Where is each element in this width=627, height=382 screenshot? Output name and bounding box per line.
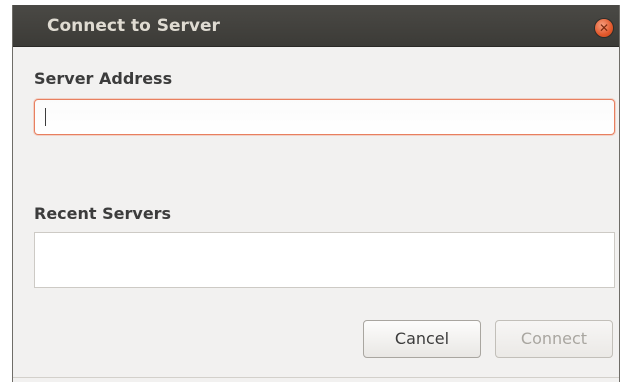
bottom-divider [13,377,619,378]
window-title: Connect to Server [47,16,220,36]
recent-servers-label: Recent Servers [34,204,172,223]
cancel-button[interactable]: Cancel [363,320,481,358]
server-address-input[interactable] [34,99,615,135]
connect-to-server-dialog: Connect to Server ✕ Server Address Recen… [12,5,620,382]
text-cursor [45,108,46,126]
title-bar[interactable]: Connect to Server ✕ [13,5,619,47]
connect-button[interactable]: Connect [495,320,613,358]
server-address-label: Server Address [34,69,173,88]
recent-servers-list[interactable] [34,232,615,288]
close-icon[interactable]: ✕ [595,19,613,37]
